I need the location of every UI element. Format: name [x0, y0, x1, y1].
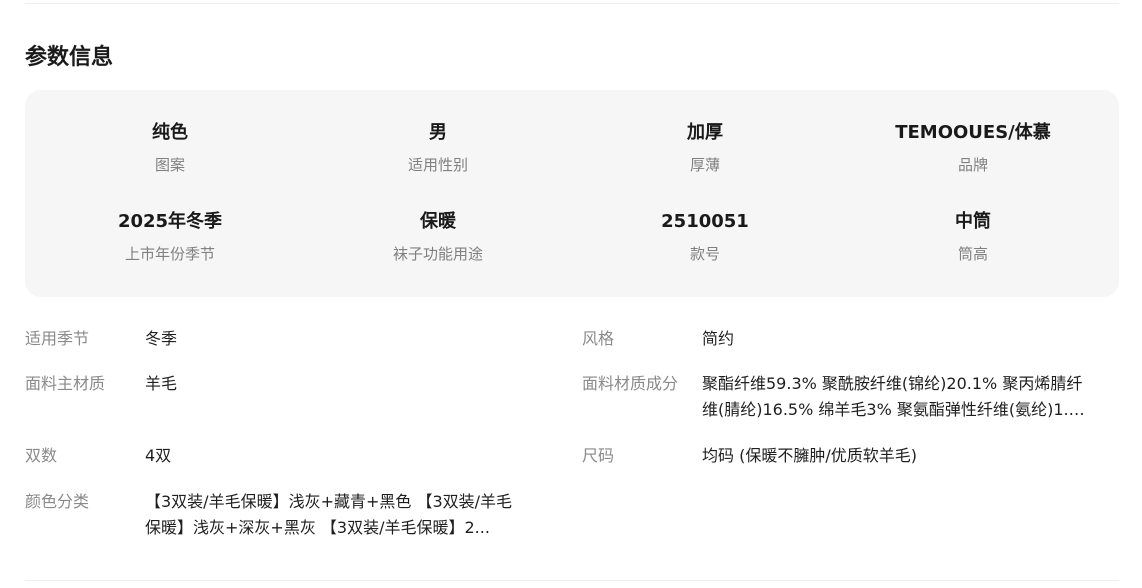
highlight-value: 男	[429, 122, 447, 143]
attr-label: 风格	[582, 329, 615, 348]
attr-row-pairs: 双数 4双	[25, 443, 565, 469]
attr-value: 均码 (保暖不臃肿/优质软羊毛)	[702, 446, 917, 465]
attr-value: 羊毛	[145, 374, 178, 393]
attr-row-season: 适用季节 冬季	[25, 326, 565, 352]
section-title: 参数信息	[25, 45, 114, 70]
highlight-item: 2510051 款号	[570, 209, 840, 265]
highlight-value: 纯色	[152, 122, 188, 143]
attr-row-size: 尺码 均码 (保暖不臃肿/优质软羊毛)	[582, 443, 1122, 469]
attr-label: 颜色分类	[25, 492, 90, 511]
highlight-label: 袜子功能用途	[392, 245, 483, 263]
attr-row-style: 风格 简约	[582, 326, 1122, 352]
highlight-label: 款号	[689, 245, 720, 263]
attr-value: 聚酯纤维59.3% 聚酰胺纤维(锦纶)20.1% 聚丙烯腈纤维(腈纶)16.5%…	[702, 374, 1083, 419]
highlight-item: 2025年冬季 上市年份季节	[35, 209, 305, 265]
highlight-item: TEMOOUES/体慕 品牌	[838, 120, 1108, 176]
attr-label: 双数	[25, 446, 58, 465]
highlight-value: 保暖	[420, 211, 456, 232]
highlight-label: 厚薄	[689, 156, 720, 174]
highlight-value: 2510051	[661, 211, 749, 232]
attr-label: 适用季节	[25, 329, 90, 348]
highlight-item: 中筒 筒高	[838, 209, 1108, 265]
product-params-page: 参数信息 纯色 图案 男 适用性别 加厚 厚薄 TEMOOUES/体慕 品牌 2…	[0, 0, 1142, 588]
attr-row-color: 颜色分类 【3双装/羊毛保暖】浅灰+藏青+黑色 【3双装/羊毛保暖】浅灰+深灰+…	[25, 489, 565, 541]
highlight-value: 2025年冬季	[117, 211, 223, 232]
highlight-label: 筒高	[957, 245, 988, 263]
highlight-item: 保暖 袜子功能用途	[303, 209, 573, 265]
attr-value: 简约	[702, 329, 735, 348]
attr-label: 面料材质成分	[582, 374, 679, 393]
highlight-item: 纯色 图案	[35, 120, 305, 176]
highlight-label: 品牌	[957, 156, 988, 174]
highlight-label: 图案	[154, 156, 185, 174]
bottom-divider	[25, 580, 1119, 581]
attr-label: 尺码	[582, 446, 615, 465]
highlight-item: 男 适用性别	[303, 120, 573, 176]
attr-value: 冬季	[145, 329, 178, 348]
highlight-item: 加厚 厚薄	[570, 120, 840, 176]
highlight-value: 加厚	[687, 122, 723, 143]
top-divider	[25, 3, 1119, 4]
attr-label: 面料主材质	[25, 374, 106, 393]
attr-row-main-material: 面料主材质 羊毛	[25, 371, 565, 397]
highlight-label: 适用性别	[407, 156, 468, 174]
highlight-label: 上市年份季节	[124, 245, 215, 263]
attr-value: 4双	[145, 446, 172, 465]
attr-value: 【3双装/羊毛保暖】浅灰+藏青+黑色 【3双装/羊毛保暖】浅灰+深灰+黑灰 【3…	[145, 492, 513, 537]
attr-row-composition: 面料材质成分 聚酯纤维59.3% 聚酰胺纤维(锦纶)20.1% 聚丙烯腈纤维(腈…	[582, 371, 1122, 423]
highlight-value: TEMOOUES/体慕	[895, 122, 1051, 143]
highlight-value: 中筒	[955, 211, 991, 232]
highlight-panel: 纯色 图案 男 适用性别 加厚 厚薄 TEMOOUES/体慕 品牌 2025年冬…	[25, 90, 1119, 297]
